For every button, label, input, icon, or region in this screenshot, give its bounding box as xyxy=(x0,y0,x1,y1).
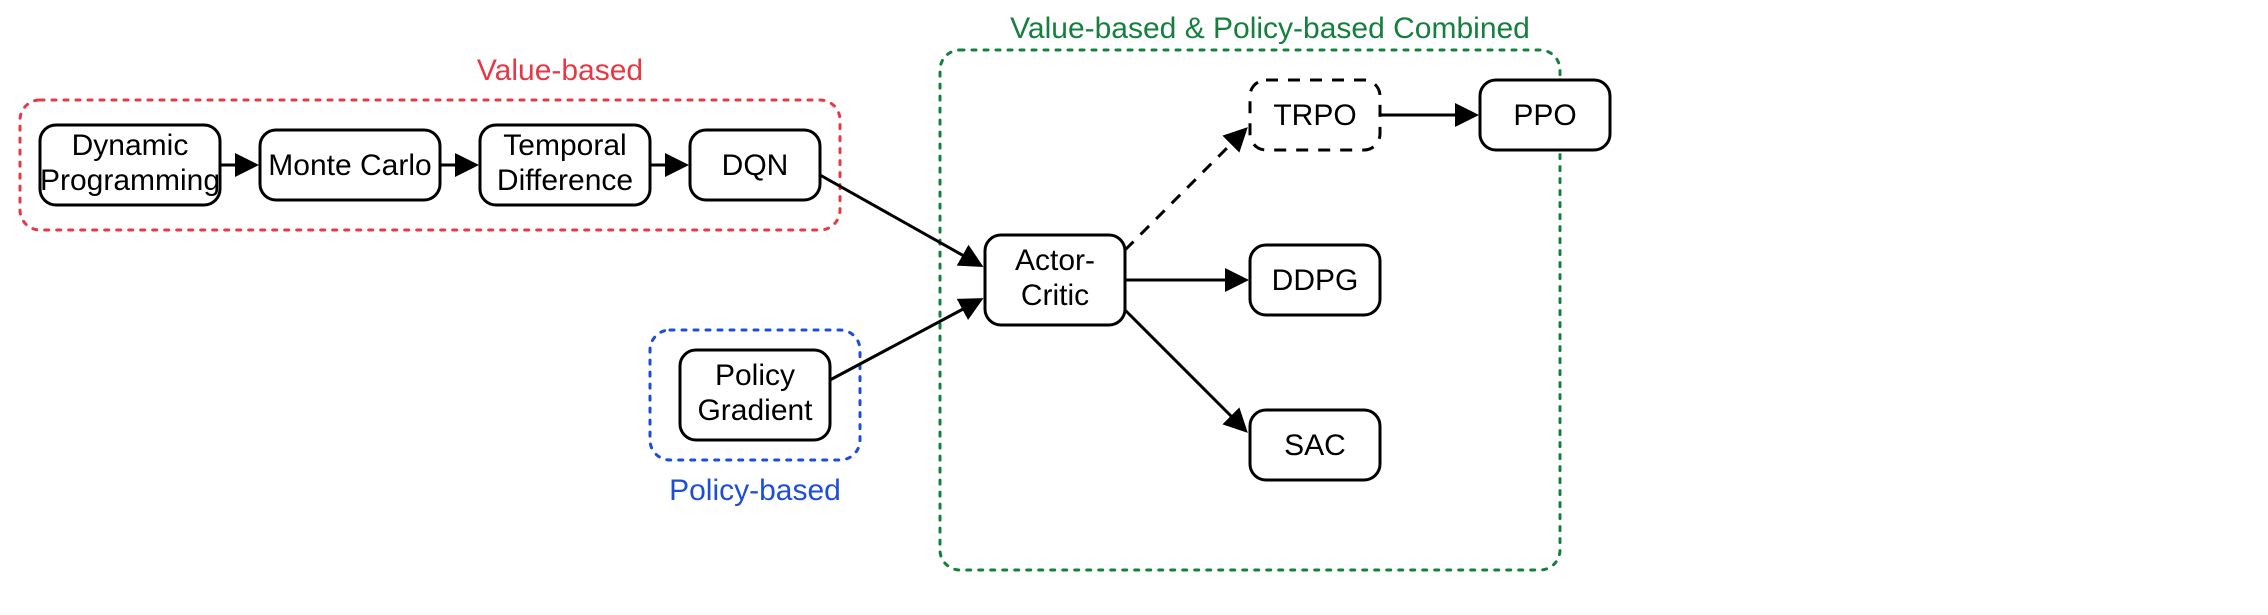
node-trpo-label: TRPO xyxy=(1273,99,1356,132)
node-dqn: DQN xyxy=(690,130,820,200)
node-trpo: TRPO xyxy=(1250,80,1380,150)
node-ac-line1: Actor- xyxy=(1015,244,1095,277)
node-pg-line1: Policy xyxy=(715,359,795,392)
group-policy-label: Policy-based xyxy=(669,474,841,507)
node-dqn-label: DQN xyxy=(722,149,789,182)
rl-methods-diagram: Value-based Policy-based Value-based & P… xyxy=(0,0,2268,615)
node-monte-carlo: Monte Carlo xyxy=(260,130,440,200)
node-sac-label: SAC xyxy=(1284,429,1346,462)
node-ppo-label: PPO xyxy=(1513,99,1576,132)
node-ac-line2: Critic xyxy=(1021,279,1089,312)
node-dynamic-programming: Dynamic Programming xyxy=(40,125,220,205)
node-dp-line1: Dynamic xyxy=(72,129,189,162)
node-sac: SAC xyxy=(1250,410,1380,480)
node-td-line2: Difference xyxy=(497,164,633,197)
node-ppo: PPO xyxy=(1480,80,1610,150)
edge-dqn-ac xyxy=(820,175,980,265)
node-td-line1: Temporal xyxy=(503,129,626,162)
node-pg-line2: Gradient xyxy=(697,394,813,427)
node-ddpg: DDPG xyxy=(1250,245,1380,315)
edge-pg-ac xyxy=(830,300,980,380)
edge-ac-sac xyxy=(1125,310,1245,430)
node-mc-label: Monte Carlo xyxy=(268,149,431,182)
node-temporal-difference: Temporal Difference xyxy=(480,125,650,205)
group-combined-label: Value-based & Policy-based Combined xyxy=(1010,12,1530,45)
node-ddpg-label: DDPG xyxy=(1272,264,1359,297)
node-actor-critic: Actor- Critic xyxy=(985,235,1125,325)
edge-ac-trpo xyxy=(1125,130,1245,250)
group-value-label: Value-based xyxy=(477,54,643,87)
node-policy-gradient: Policy Gradient xyxy=(680,350,830,440)
node-dp-line2: Programming xyxy=(40,164,220,197)
